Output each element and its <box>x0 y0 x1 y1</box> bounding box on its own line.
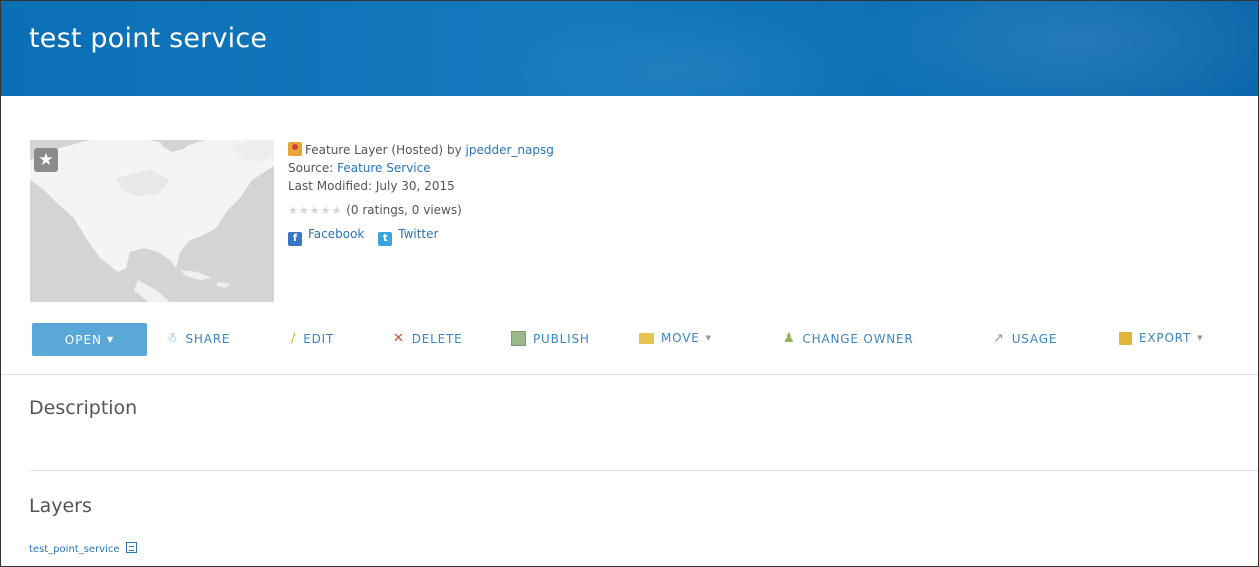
item-details-page: test point service ★ Feature Layer (Host… <box>0 0 1259 567</box>
open-button[interactable]: OPEN ▼ <box>32 323 147 356</box>
usage-chart-icon: ↗ <box>993 331 1005 346</box>
share-button[interactable]: ☃ SHARE <box>166 331 230 346</box>
folder-move-icon <box>639 332 654 344</box>
layer-name-link[interactable]: test_point_service <box>29 544 120 555</box>
edit-button[interactable]: ∕ EDIT <box>291 331 334 346</box>
delete-button[interactable]: ✕ DELETE <box>393 331 463 346</box>
pencil-icon: ∕ <box>291 331 297 346</box>
edit-label: EDIT <box>303 331 335 346</box>
rating-star-icon[interactable]: ★ <box>310 204 321 217</box>
export-button[interactable]: EXPORT ▼ <box>1119 331 1203 345</box>
north-america-map-thumbnail <box>30 140 274 302</box>
item-metadata: Feature Layer (Hosted) by jpedder_napsg … <box>288 141 554 246</box>
last-modified-value: July 30, 2015 <box>375 179 455 193</box>
rating-star-icon[interactable]: ★ <box>299 204 310 217</box>
rating-star-icon[interactable]: ★ <box>332 204 343 217</box>
description-heading: Description <box>29 397 138 419</box>
by-text: by <box>446 143 462 157</box>
facebook-link[interactable]: Facebook <box>308 227 364 241</box>
usage-button[interactable]: ↗ USAGE <box>993 331 1057 346</box>
change-owner-label: CHANGE OWNER <box>802 331 914 346</box>
publish-button[interactable]: PUBLISH <box>511 331 590 346</box>
rating-star-icon[interactable]: ★ <box>288 204 299 217</box>
delete-label: DELETE <box>411 331 463 346</box>
chevron-down-icon: ▼ <box>107 335 115 344</box>
delete-x-icon: ✕ <box>393 331 405 346</box>
section-divider <box>29 470 1258 471</box>
export-icon <box>1119 331 1132 345</box>
source-link[interactable]: Feature Service <box>337 161 431 175</box>
chevron-down-icon: ▼ <box>1197 334 1204 342</box>
user-icon: ♟ <box>783 331 796 346</box>
ratings-text: (0 ratings, 0 views) <box>346 203 462 217</box>
rating-star-icon[interactable]: ★ <box>321 204 332 217</box>
social-row: f Facebook t Twitter <box>288 225 554 246</box>
item-thumbnail[interactable] <box>30 140 274 302</box>
source-label: Source: <box>288 161 334 175</box>
publish-icon <box>511 331 526 346</box>
title-banner: test point service <box>1 1 1258 96</box>
favorite-star-icon[interactable]: ★ <box>34 148 58 172</box>
item-type-label: Feature Layer (Hosted) <box>305 143 444 157</box>
share-label: SHARE <box>185 331 231 346</box>
owner-link[interactable]: jpedder_napsg <box>466 143 554 157</box>
move-button[interactable]: MOVE ▼ <box>639 331 712 345</box>
last-modified-label: Last Modified: <box>288 179 373 193</box>
layer-details-icon[interactable] <box>125 542 137 553</box>
source-row: Source: Feature Service <box>288 159 554 177</box>
export-label: EXPORT <box>1139 331 1192 345</box>
share-icon: ☃ <box>166 331 179 346</box>
twitter-icon[interactable]: t <box>378 232 393 246</box>
page-title: test point service <box>29 23 268 54</box>
open-button-label: OPEN <box>64 332 103 347</box>
item-action-toolbar: OPEN ▼ ☃ SHARE ∕ EDIT ✕ DELETE PUBLISH M… <box>31 322 1258 358</box>
twitter-link[interactable]: Twitter <box>398 227 438 241</box>
toolbar-divider <box>1 374 1258 375</box>
layer-list-item[interactable]: test_point_service <box>29 542 137 555</box>
move-label: MOVE <box>661 331 700 345</box>
publish-label: PUBLISH <box>533 331 590 346</box>
chevron-down-icon: ▼ <box>705 334 712 342</box>
usage-label: USAGE <box>1011 331 1058 346</box>
facebook-icon[interactable]: f <box>288 232 302 246</box>
ratings-row: ★★★★★ (0 ratings, 0 views) <box>288 201 554 219</box>
item-type-row: Feature Layer (Hosted) by jpedder_napsg <box>288 141 554 159</box>
feature-layer-icon <box>288 142 302 156</box>
change-owner-button[interactable]: ♟ CHANGE OWNER <box>783 331 914 346</box>
layers-heading: Layers <box>29 495 92 517</box>
rating-stars[interactable]: ★★★★★ <box>288 204 342 217</box>
last-modified-row: Last Modified: July 30, 2015 <box>288 177 554 195</box>
